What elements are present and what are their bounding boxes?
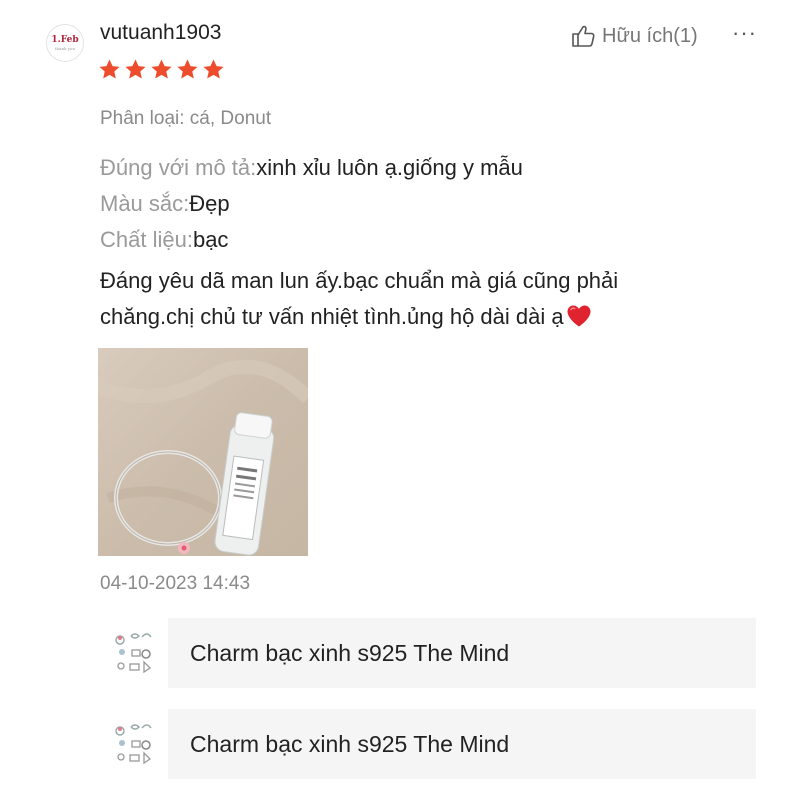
review-timestamp: 04-10-2023 14:43 (100, 573, 251, 594)
more-options-icon[interactable]: ··· (732, 20, 757, 46)
product-card[interactable]: Charm bạc xinh s925 The Mind (98, 618, 756, 688)
product-thumbnail (98, 618, 168, 688)
attribute-key: Chất liệu: (100, 227, 193, 252)
comment-line: chăng.chị chủ tư vấn nhiệt tình.ủng hộ d… (100, 304, 564, 329)
product-card[interactable]: Charm bạc xinh s925 The Mind (98, 709, 756, 779)
heart-emoji-icon (567, 305, 591, 327)
star-icon (151, 59, 172, 79)
star-icon (203, 59, 224, 79)
product-thumbnail (98, 709, 168, 779)
attribute-value: xinh xỉu luôn ạ.giống y mẫu (256, 155, 523, 180)
thumbs-up-icon (572, 25, 595, 47)
attribute-color: Màu sắc:Đẹp (100, 191, 230, 217)
comment-line: Đáng yêu dã man lun ấy.bạc chuẩn mà giá … (100, 268, 619, 293)
attribute-key: Đúng với mô tả: (100, 155, 257, 180)
avatar[interactable]: 1.Feb thank you (46, 24, 84, 62)
star-icon (177, 59, 198, 79)
attribute-value: Đẹp (189, 191, 230, 216)
variation-label: Phân loại: cá, Donut (100, 108, 272, 129)
reviewer-username[interactable]: vutuanh1903 (100, 21, 221, 45)
star-icon (125, 59, 146, 79)
attribute-material: Chất liệu:bạc (100, 227, 228, 253)
helpful-label: Hữu ích(1) (602, 24, 698, 47)
avatar-logo-text: 1.Feb (51, 34, 79, 45)
attribute-description: Đúng với mô tả:xinh xỉu luôn ạ.giống y m… (100, 155, 523, 181)
helpful-button[interactable]: Hữu ích(1) (570, 23, 698, 49)
product-name: Charm bạc xinh s925 The Mind (190, 730, 510, 757)
star-rating (98, 58, 225, 81)
avatar-subtext: thank you (54, 45, 76, 51)
review-comment: Đáng yêu dã man lun ấy.bạc chuẩn mà giá … (100, 263, 740, 335)
review-photo[interactable] (98, 348, 308, 556)
attribute-value: bạc (192, 227, 229, 252)
star-icon (99, 59, 120, 79)
product-name: Charm bạc xinh s925 The Mind (190, 639, 510, 666)
attribute-key: Màu sắc: (100, 191, 190, 216)
